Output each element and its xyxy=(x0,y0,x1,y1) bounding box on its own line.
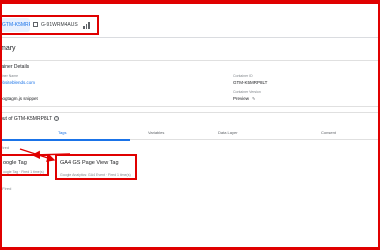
url-label: e xyxy=(0,90,2,94)
tab-data-layer[interactable]: Data Layer xyxy=(218,130,238,135)
edit-pencil-icon[interactable]: ✎ xyxy=(252,96,255,101)
tab-tags[interactable]: Tags xyxy=(58,130,66,135)
container-name-value[interactable]: ebsiteblends.com xyxy=(0,80,35,85)
tag-name: oogle Tag xyxy=(3,160,27,166)
container-chip-primary[interactable]: GTM-K5MRP8LT xyxy=(0,18,30,32)
tags-fired-header: Fired xyxy=(0,145,10,150)
fired-tag-card[interactable]: oogle Tag oogle Tag · Fired 1 time(s) xyxy=(0,154,49,176)
fired-tag-card[interactable]: GA4 GS Page View Tag Google Analytics: G… xyxy=(55,154,137,180)
url-value: oogtagm.js snippet xyxy=(0,96,38,101)
tab-variables[interactable]: Variables xyxy=(148,130,164,135)
tags-not-fired-header: t Fired xyxy=(0,186,12,191)
tag-subtitle: Google Analytics: GA4 Event · Fired 1 ti… xyxy=(60,173,131,177)
tag-subtitle: oogle Tag · Fired 1 time(s) xyxy=(3,170,44,174)
container-chip-secondary[interactable]: G-91WRM4AUS xyxy=(33,18,78,32)
top-annotation-bar xyxy=(0,0,380,4)
help-icon[interactable]: ? xyxy=(54,116,60,122)
header-divider xyxy=(0,37,380,38)
output-card: put of GTM-K5MRP8LT? Tags Variables Data… xyxy=(0,112,380,238)
active-tab-indicator xyxy=(2,139,130,141)
container-box-icon xyxy=(33,22,38,28)
tab-consent[interactable]: Consent xyxy=(321,130,336,135)
container-name-label: ainer Name xyxy=(0,74,19,78)
output-tabs: Tags Variables Data Layer Consent xyxy=(0,130,380,141)
container-version-value: Preview ✎ xyxy=(233,96,255,101)
summary-title: mary xyxy=(0,45,16,52)
container-chip-secondary-label: G-91WRM4AUS xyxy=(41,22,78,28)
bar-chart-icon[interactable] xyxy=(82,21,90,29)
container-version-label: Container Version xyxy=(233,90,261,94)
container-id-value: GTM-K5MRP8LT xyxy=(233,80,268,85)
tag-name: GA4 GS Page View Tag xyxy=(60,160,119,166)
output-title: put of GTM-K5MRP8LT? xyxy=(0,116,60,122)
container-details-title: tainer Details xyxy=(0,64,30,70)
output-title-text: put of GTM-K5MRP8LT xyxy=(0,116,53,122)
container-details-card: tainer Details ainer Name ebsiteblends.c… xyxy=(0,60,380,107)
container-version-text: Preview xyxy=(233,96,250,101)
container-id-label: Container ID xyxy=(233,74,253,78)
